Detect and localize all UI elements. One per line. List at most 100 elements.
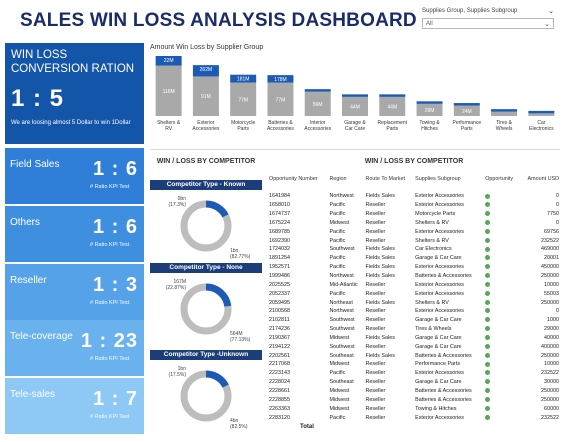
table-cell: 1641984 [269, 193, 290, 200]
conversion-ratio-note: We are loosing almost 5 Dollar to win 1D… [11, 120, 131, 126]
table-cell: Garage & Car Care [415, 334, 462, 341]
table-cell: 40000 [544, 334, 559, 341]
table-row[interactable]: 2194122 Southwest Reseller Garage & Car Car… [268, 342, 560, 351]
bar-win[interactable] [491, 109, 518, 112]
table-cell: Exterior Accessories [415, 370, 464, 377]
kpi-card-ratio: 1 : 6 [92, 158, 138, 180]
conversion-ratio-card: WIN LOSS CONVERSION RATION 1 : 5 We are … [5, 43, 144, 144]
bar-win[interactable] [528, 110, 555, 114]
table-cell: Batteries & Accessories [415, 387, 472, 394]
bar-win[interactable] [416, 101, 443, 104]
supplies-group-slicer[interactable]: Supplies Group, Supplies Subgroup ⌄ All … [422, 7, 554, 29]
table-row[interactable]: 2217068 Midwest Reseller Performance Parts 1… [268, 360, 560, 369]
table-row[interactable]: 2174236 Southwest Reseller Tires & Wheels 29… [268, 325, 560, 334]
kpi-card-ratio: 1 : 6 [92, 216, 138, 238]
bar-loss-label: 91M [201, 94, 211, 100]
table-cell: Northeast [329, 299, 353, 306]
competitor-type-header: Competitor Type - None [150, 263, 262, 273]
table-row[interactable]: 1689785 Pacific Reseller Exterior Accessori… [268, 227, 560, 236]
bar-win[interactable] [379, 94, 406, 97]
table-row[interactable]: 2223143 Pacific Reseller Exterior Accessori… [268, 369, 560, 378]
table-column-header[interactable]: Supplies Subgroup [414, 176, 484, 192]
table-cell: Midwest [329, 387, 350, 394]
slicer-dropdown[interactable]: All ⌄ [422, 18, 554, 29]
opportunity-status-icon [484, 387, 520, 396]
status-dot-icon [485, 343, 491, 349]
status-dot-icon [485, 264, 491, 270]
table-row[interactable]: 1724032 Southwest Fields Sales Car Electron… [268, 245, 560, 254]
table-cell: 20001 [544, 255, 559, 262]
bar-win[interactable] [342, 94, 368, 97]
bar-win[interactable] [304, 89, 331, 92]
table-column-header[interactable]: Opportunity [484, 176, 520, 192]
donut-win-label: (22.87%) [166, 285, 187, 291]
table-row[interactable]: 2202561 Southeast Fields Sales Batteries & … [268, 351, 560, 360]
table-row[interactable]: 1675224 Midwest Reseller Shelters & RV 0 [268, 219, 560, 228]
table-cell: Reseller [365, 379, 386, 386]
opportunity-status-icon [484, 395, 520, 404]
table-cell: Shelters & RV [415, 237, 449, 244]
opportunity-table[interactable]: Opportunity Number Region Route To Market S… [268, 176, 560, 432]
table-cell: Reseller [365, 370, 386, 377]
chevron-down-icon[interactable]: ⌄ [548, 7, 554, 15]
table-row[interactable]: 2025525 Mid-Atlantic Reseller Exterior Acce… [268, 280, 560, 289]
table-row[interactable]: 1891254 Pacific Fields Sales Garage & Car C… [268, 254, 560, 263]
table-cell: Exterior Accessories [415, 281, 464, 288]
table-row[interactable]: 2052337 Pacific Reseller Exterior Accessori… [268, 289, 560, 298]
table-row[interactable]: 2059495 Northeast Fields Sales Shelters & R… [268, 298, 560, 307]
table-cell: Pacific [329, 228, 346, 235]
table-cell: Fields Sales [365, 352, 395, 359]
table-row[interactable]: 2263363 Midwest Reseller Towing & Hitches 60… [268, 404, 560, 413]
table-cell: 0 [556, 202, 559, 209]
table-row[interactable]: 2228024 Southeast Reseller Garage & Car Car… [268, 378, 560, 387]
status-dot-icon [485, 237, 491, 243]
table-row[interactable]: 1674737 Pacific Reseller Motorcycle Parts 77… [268, 210, 560, 219]
table-cell: Garage & Car Care [415, 317, 462, 324]
table-row[interactable]: 1952571 Pacific Fields Sales Exterior Acces… [268, 263, 560, 272]
bar-category-label: Accessories [192, 126, 219, 132]
competitor-donut-panel: Competitor Type - Known 0bn (17.3%) 1bn (82.… [150, 180, 262, 262]
table-cell: 2202561 [269, 352, 290, 359]
bar-loss-label: 56M [313, 102, 323, 108]
status-dot-icon [485, 228, 491, 234]
table-cell: 400000 [541, 343, 559, 350]
bar-chart-title: Amount Win Loss by Supplier Group [150, 44, 264, 51]
table-column-header[interactable]: Amount USD [520, 176, 560, 192]
table-row[interactable]: 2190367 Midwest Fields Sales Garage & Car C… [268, 334, 560, 343]
table-cell: Reseller [365, 361, 386, 368]
bar-win-label: 22M [164, 58, 174, 64]
kpi-card-field-sales: Field Sales 1 : 6 # Ratio KPI Test [5, 148, 144, 204]
table-row[interactable]: 2228661 Midwest Reseller Batteries & Access… [268, 387, 560, 396]
opportunity-status-icon [484, 201, 520, 210]
table-cell: 2194122 [269, 343, 290, 350]
table-cell: Reseller [365, 281, 386, 288]
status-dot-icon [485, 396, 491, 402]
table-cell: Performance Parts [415, 361, 461, 368]
table-row[interactable]: 2100568 Northwest Reseller Exterior Accesso… [268, 307, 560, 316]
status-dot-icon [485, 193, 491, 199]
table-cell: Pacific [329, 290, 346, 297]
status-dot-icon [485, 414, 491, 420]
table-cell: 0 [556, 219, 559, 226]
table-row[interactable]: 1641984 Northwest Fields Sales Exterior Acc… [268, 192, 560, 201]
table-row[interactable]: 2102811 Southwest Reseller Garage & Car Car… [268, 316, 560, 325]
bar-win[interactable] [453, 103, 480, 106]
table-column-header[interactable]: Route To Market [365, 176, 415, 192]
table-column-header[interactable]: Opportunity Number [268, 176, 328, 192]
status-dot-icon [485, 290, 491, 296]
table-cell: 1999486 [269, 273, 290, 280]
table-row[interactable]: 1658010 Pacific Reseller Exterior Accessori… [268, 201, 560, 210]
opportunity-status-icon [484, 369, 520, 378]
table-row[interactable]: 1999486 Northwest Fields Sales Batteries & … [268, 272, 560, 281]
table-row[interactable]: 1692390 Pacific Reseller Shelters & RV 23252… [268, 236, 560, 245]
status-dot-icon [485, 202, 491, 208]
bar-loss[interactable] [491, 111, 518, 116]
table-column-header[interactable]: Region [328, 176, 364, 192]
table-cell: 1674737 [269, 211, 290, 218]
table-row[interactable]: 2283120 Pacific Reseller Exterior Accessori… [268, 413, 560, 422]
bar-loss[interactable] [528, 113, 555, 116]
table-row[interactable]: 2228855 Midwest Reseller Batteries & Access… [268, 395, 560, 404]
bar-category-label: Parts [386, 126, 398, 132]
table-cell: Batteries & Accessories [415, 396, 472, 403]
table-cell: Garage & Car Care [415, 255, 462, 262]
